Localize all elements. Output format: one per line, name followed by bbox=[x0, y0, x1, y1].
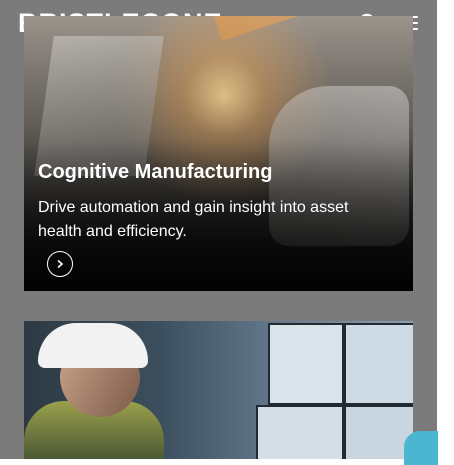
card-link-button[interactable] bbox=[47, 251, 73, 277]
monitor-screen bbox=[344, 405, 413, 459]
chat-widget-button[interactable] bbox=[404, 431, 438, 465]
card-gradient-overlay bbox=[24, 16, 413, 291]
chevron-right-icon bbox=[57, 259, 64, 269]
cognitive-manufacturing-card[interactable]: Cognitive Manufacturing Drive automation… bbox=[24, 16, 413, 291]
page-gutter bbox=[437, 0, 454, 459]
monitor-screen bbox=[344, 323, 413, 405]
engineer-monitors-card[interactable] bbox=[24, 321, 413, 459]
card-title: Cognitive Manufacturing bbox=[38, 161, 273, 183]
monitor-screen bbox=[256, 405, 344, 459]
monitor-screen bbox=[268, 323, 344, 405]
hard-hat bbox=[38, 323, 148, 368]
card-description: Drive automation and gain insight into a… bbox=[38, 199, 349, 240]
